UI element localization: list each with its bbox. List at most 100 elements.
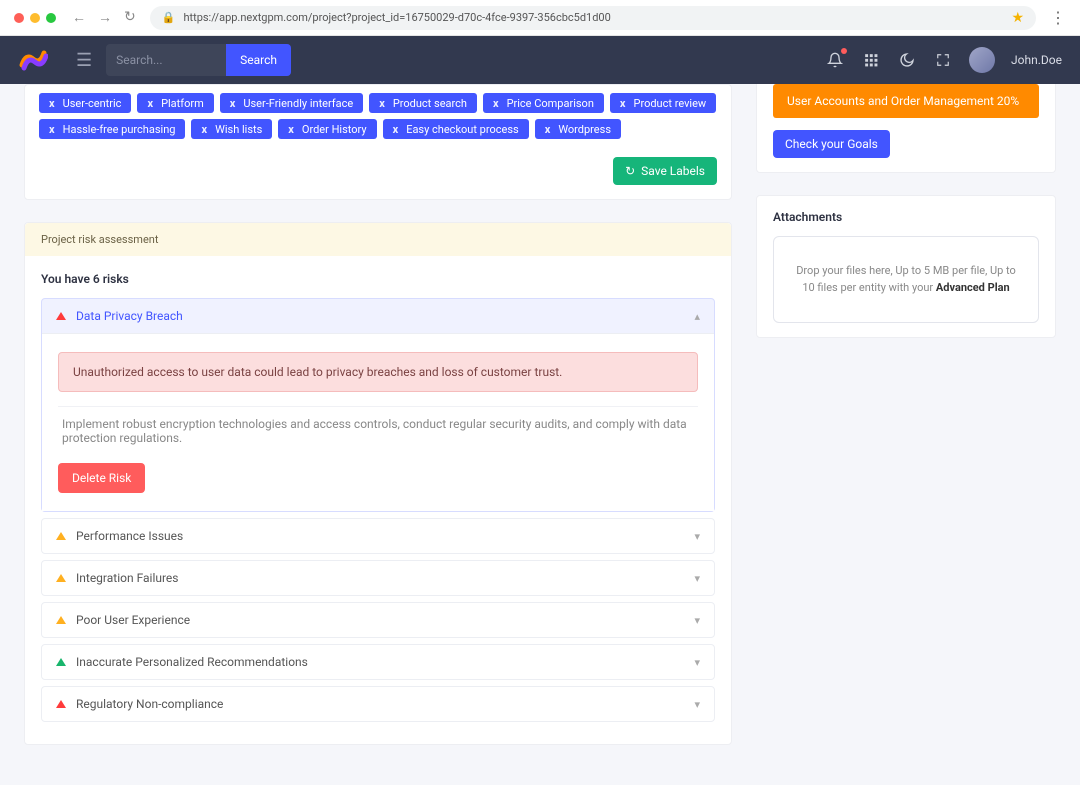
lock-icon: 🔒	[162, 11, 176, 24]
chevron-down-icon: ▾	[694, 572, 700, 585]
chip-label: Platform	[161, 97, 204, 110]
fullscreen-icon[interactable]	[933, 50, 953, 70]
dropzone-plan: Advanced Plan	[936, 281, 1010, 294]
attachments-dropzone[interactable]: Drop your files here, Up to 5 MB per fil…	[773, 236, 1039, 323]
risk-item-title: Data Privacy Breach	[76, 309, 183, 323]
url-bar[interactable]: 🔒 https://app.nextgpm.com/project?projec…	[150, 6, 1036, 30]
label-chip[interactable]: x Product search	[369, 93, 477, 113]
chevron-down-icon: ▾	[694, 656, 700, 669]
risk-item-header[interactable]: Inaccurate Personalized Recommendations▾	[42, 645, 714, 679]
maximize-window-icon[interactable]	[46, 13, 56, 23]
risk-item-title: Performance Issues	[76, 529, 183, 543]
chip-remove-icon[interactable]: x	[230, 97, 236, 110]
browser-nav: ← → ↻	[72, 9, 136, 26]
label-chip[interactable]: x Wordpress	[535, 119, 621, 139]
chip-label: Order History	[302, 123, 367, 136]
risk-item-header[interactable]: Regulatory Non-compliance▾	[42, 687, 714, 721]
chip-remove-icon[interactable]: x	[201, 123, 207, 136]
risk-item-header[interactable]: Integration Failures ▾	[42, 561, 714, 595]
risk-item-header[interactable]: Data Privacy Breach ▴	[42, 299, 714, 333]
user-name[interactable]: John.Doe	[1011, 53, 1062, 67]
bookmark-star-icon[interactable]: ★	[1011, 10, 1024, 26]
chip-remove-icon[interactable]: x	[49, 123, 55, 136]
check-goals-button[interactable]: Check your Goals	[773, 130, 890, 158]
risk-item: Poor User Experience▾	[41, 602, 715, 638]
risk-item: Integration Failures ▾	[41, 560, 715, 596]
url-text: https://app.nextgpm.com/project?project_…	[183, 11, 610, 24]
chip-label: User-centric	[63, 97, 122, 110]
label-chip[interactable]: x Easy checkout process	[383, 119, 529, 139]
chip-remove-icon[interactable]: x	[493, 97, 499, 110]
risk-count-text: You have 6 risks	[41, 272, 715, 286]
risk-item: Performance Issues ▾	[41, 518, 715, 554]
chip-remove-icon[interactable]: x	[379, 97, 385, 110]
label-chip[interactable]: x Product review	[610, 93, 716, 113]
goal-progress-bar: User Accounts and Order Management 20%	[773, 84, 1039, 118]
risk-item-body: Unauthorized access to user data could l…	[42, 333, 714, 511]
labels-card: x User-centric x Platform x User-Friendly int…	[24, 84, 732, 200]
attachments-title: Attachments	[773, 210, 1039, 224]
hamburger-icon[interactable]: ☰	[76, 50, 92, 71]
back-icon[interactable]: ←	[72, 9, 86, 26]
risk-item: Regulatory Non-compliance▾	[41, 686, 715, 722]
chevron-up-icon: ▴	[694, 310, 700, 323]
chip-label: Price Comparison	[507, 97, 594, 110]
minimize-window-icon[interactable]	[30, 13, 40, 23]
label-chip[interactable]: x Order History	[278, 119, 376, 139]
save-labels-button[interactable]: ↻ Save Labels	[613, 157, 717, 185]
risk-mitigation: Implement robust encryption technologies…	[58, 406, 698, 463]
page-body: x User-centric x Platform x User-Friendly int…	[0, 84, 1080, 785]
avatar[interactable]	[969, 47, 995, 73]
app-logo[interactable]	[18, 45, 48, 75]
save-icon: ↻	[625, 164, 635, 178]
risk-item-header[interactable]: Performance Issues ▾	[42, 519, 714, 553]
labels-chip-list: x User-centric x Platform x User-Friendly int…	[25, 85, 731, 153]
chip-remove-icon[interactable]: x	[49, 97, 55, 110]
label-chip[interactable]: x Platform	[137, 93, 213, 113]
topbar-actions: John.Doe	[825, 47, 1062, 73]
notification-badge	[841, 48, 847, 54]
browser-chrome: ← → ↻ 🔒 https://app.nextgpm.com/project?…	[0, 0, 1080, 36]
notifications-icon[interactable]	[825, 50, 845, 70]
risk-banner: Project risk assessment	[25, 223, 731, 256]
search-button[interactable]: Search	[226, 44, 291, 76]
label-chip[interactable]: x Wish lists	[191, 119, 272, 139]
chip-remove-icon[interactable]: x	[288, 123, 294, 136]
delete-risk-button[interactable]: Delete Risk	[58, 463, 145, 493]
chip-label: User-Friendly interface	[243, 97, 353, 110]
chip-label: Hassle-free purchasing	[63, 123, 176, 136]
chip-label: Easy checkout process	[406, 123, 519, 136]
label-chip[interactable]: x Hassle-free purchasing	[39, 119, 185, 139]
chevron-down-icon: ▾	[694, 530, 700, 543]
label-chip[interactable]: x User-Friendly interface	[220, 93, 363, 113]
apps-grid-icon[interactable]	[861, 50, 881, 70]
chip-remove-icon[interactable]: x	[545, 123, 551, 136]
search-input[interactable]	[106, 53, 226, 67]
risk-item-title: Integration Failures	[76, 571, 179, 585]
label-chip[interactable]: x Price Comparison	[483, 93, 604, 113]
chip-label: Wordpress	[558, 123, 611, 136]
chip-label: Product search	[393, 97, 467, 110]
warning-triangle-icon	[56, 658, 66, 666]
chevron-down-icon: ▾	[694, 614, 700, 627]
chip-remove-icon[interactable]: x	[147, 97, 153, 110]
app-topbar: ☰ Search John.Doe	[0, 36, 1080, 84]
save-labels-label: Save Labels	[641, 164, 705, 178]
close-window-icon[interactable]	[14, 13, 24, 23]
browser-menu-icon[interactable]: ⋮	[1050, 8, 1066, 27]
chip-remove-icon[interactable]: x	[393, 123, 399, 136]
risk-item-header[interactable]: Poor User Experience▾	[42, 603, 714, 637]
label-chip[interactable]: x User-centric	[39, 93, 131, 113]
risk-alert: Unauthorized access to user data could l…	[58, 352, 698, 392]
chip-label: Wish lists	[215, 123, 262, 136]
warning-triangle-icon	[56, 574, 66, 582]
window-controls	[14, 13, 56, 23]
risk-item: Inaccurate Personalized Recommendations▾	[41, 644, 715, 680]
risk-closed-list: Performance Issues ▾ Integration Failures ▾…	[41, 518, 715, 722]
forward-icon[interactable]: →	[98, 9, 112, 26]
chip-remove-icon[interactable]: x	[620, 97, 626, 110]
risk-item-open: Data Privacy Breach ▴ Unauthorized acces…	[41, 298, 715, 512]
reload-icon[interactable]: ↻	[124, 9, 136, 26]
chip-label: Product review	[634, 97, 707, 110]
theme-toggle-icon[interactable]	[897, 50, 917, 70]
